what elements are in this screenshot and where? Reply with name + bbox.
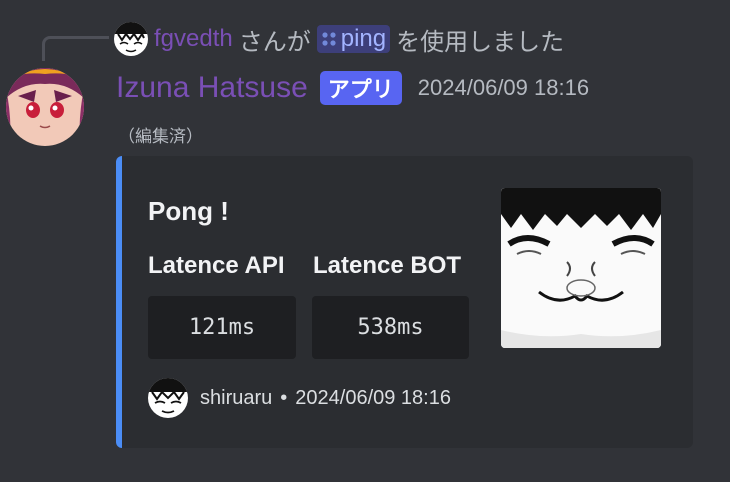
footer-timestamp: 2024/06/09 18:16 (295, 386, 451, 409)
embed-thumbnail[interactable] (501, 188, 661, 348)
embed-field-value-code: 538ms (312, 296, 469, 359)
manga-face-avatar-icon (114, 22, 148, 53)
embed-card: Pong ! Latence API 121ms Latence BOT 538… (116, 156, 693, 448)
reply-text-before: さんが (238, 28, 311, 56)
embed-field-value-code: 121ms (148, 296, 296, 359)
edited-indicator: （編集済） (118, 127, 203, 146)
embed-title: Pong ! (148, 196, 229, 226)
reply-username[interactable]: fgvedth (154, 25, 233, 53)
footer-separator: • (280, 386, 288, 409)
command-name: ping (340, 25, 387, 52)
message-header: Izuna Hatsuse アプリ 2024/06/09 18:16 (116, 68, 589, 108)
reply-text-after: を使用しました (396, 28, 565, 56)
embed-field-name: Latence API (148, 252, 285, 279)
discord-message-view: fgvedth さんが ping を使用しました Izuna Hatsuse アプリ … (0, 0, 730, 482)
anime-girl-avatar-icon (6, 68, 84, 146)
slash-command-mention[interactable]: ping (316, 25, 391, 53)
author-name[interactable]: Izuna Hatsuse (116, 71, 308, 105)
manga-face-thumbnail-icon (501, 188, 661, 348)
footer-author: shiruaru (200, 386, 273, 409)
author-avatar[interactable] (6, 68, 84, 146)
message-timestamp[interactable]: 2024/06/09 18:16 (418, 75, 589, 101)
embed-footer: shiruaru • 2024/06/09 18:16 (148, 378, 451, 418)
slash-command-icon (322, 32, 336, 46)
app-badge: アプリ (319, 71, 402, 105)
reply-context[interactable]: fgvedth さんが ping を使用しました (114, 22, 564, 56)
manga-face-avatar-icon (148, 378, 188, 414)
embed-accent-bar (116, 156, 122, 448)
footer-avatar (148, 378, 188, 418)
reply-user-avatar[interactable] (114, 22, 148, 56)
reply-connector (42, 36, 109, 61)
embed-field-name: Latence BOT (313, 252, 462, 279)
